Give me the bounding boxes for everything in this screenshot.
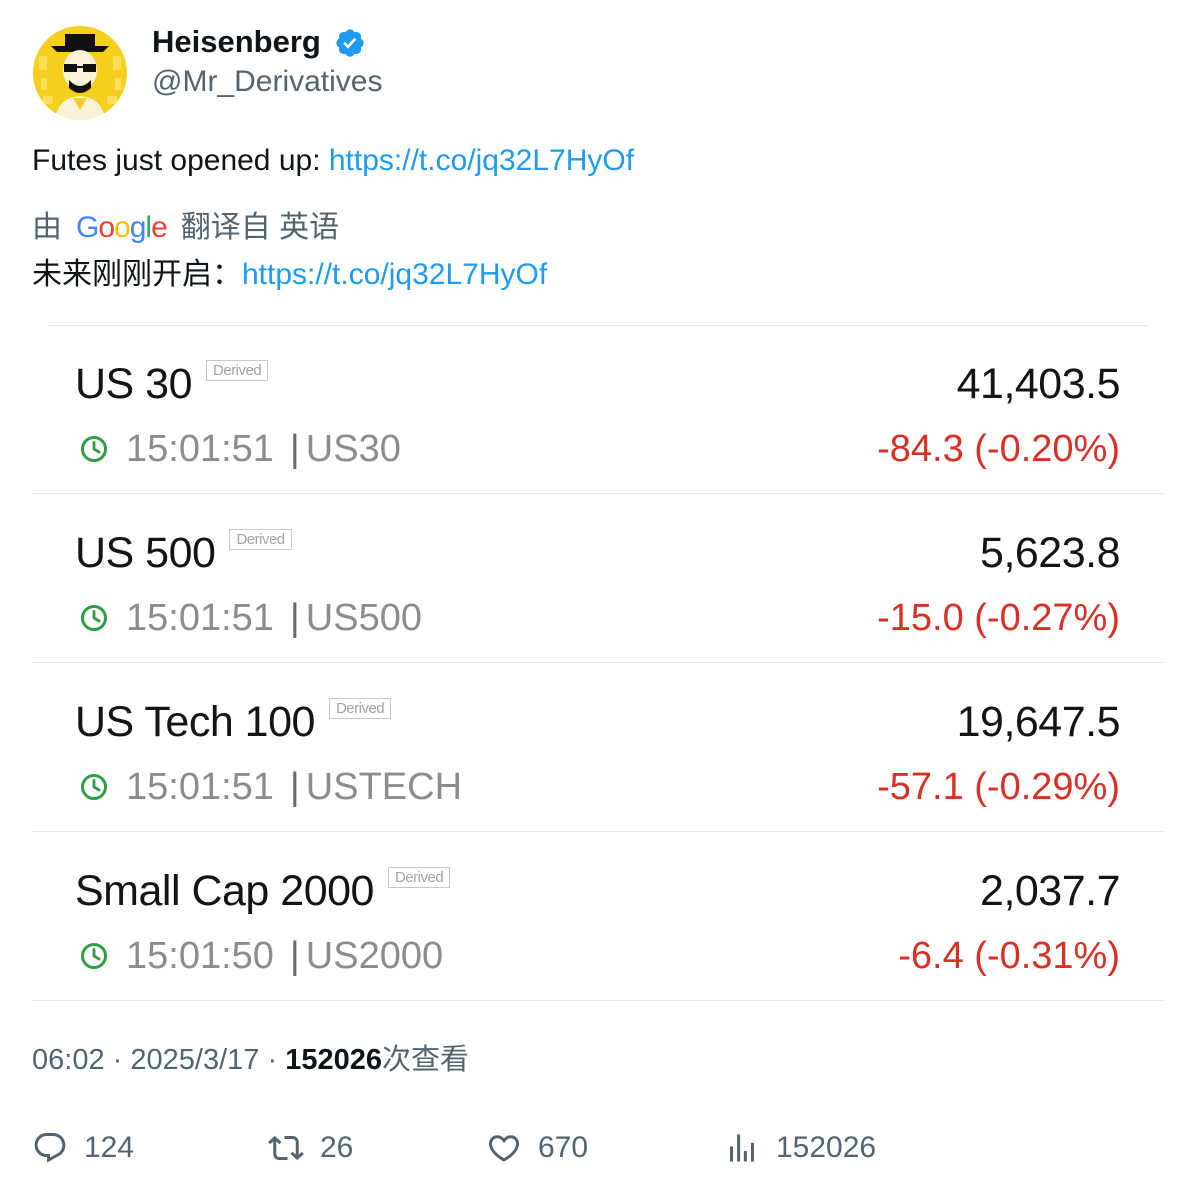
quote-symbol: US500: [305, 597, 422, 639]
quote-change: -6.4 (-0.31%): [898, 935, 1120, 977]
derived-badge: Derived: [229, 529, 292, 550]
quote-time: 15:01:51 | USTECH: [126, 766, 462, 808]
like-icon: [488, 1135, 520, 1162]
quote-time-value: 15:01:51: [126, 766, 274, 808]
quote-name: US 30 Derived: [75, 359, 269, 409]
handle[interactable]: @Mr_Derivatives: [152, 62, 383, 102]
views-icon: [730, 1134, 754, 1162]
quote-name-text: US Tech 100: [75, 698, 315, 746]
clock-icon: [81, 436, 107, 462]
quote-time-value: 15:01:51: [126, 597, 274, 639]
quote-price: 2,037.7: [980, 867, 1120, 915]
retweet-count: 26: [320, 1131, 354, 1164]
tweet-link[interactable]: https://t.co/jq32L7HyOf: [329, 144, 634, 177]
view-label: 次查看: [381, 1044, 469, 1076]
quote-time: 15:01:50 | US2000: [126, 935, 443, 977]
meta-dot: ·: [267, 1044, 278, 1076]
like-button[interactable]: 670: [486, 1128, 588, 1168]
quote-separator: |: [289, 766, 300, 808]
quote-time: 15:01:51 | US500: [126, 597, 422, 639]
quote-separator: |: [289, 935, 300, 977]
google-logo: Google: [76, 211, 168, 244]
quote-row: US 30 Derived 41,403.5 15:01:51 | US30 -84.…: [32, 325, 1164, 494]
translated-text-body: 未来刚刚开启：: [32, 258, 242, 291]
translation-prefix: 由: [32, 211, 62, 244]
quote-symbol: US2000: [305, 935, 444, 977]
quote-symbol: USTECH: [305, 766, 463, 808]
quote-name-text: Small Cap 2000: [75, 867, 374, 915]
clock-icon: [81, 605, 107, 631]
quote-row: US Tech 100 Derived 19,647.5 15:01:51 | UST…: [32, 663, 1164, 832]
views-button[interactable]: 152026: [724, 1128, 876, 1168]
quote-name: US Tech 100 Derived: [75, 697, 392, 747]
meta-dot: ·: [112, 1044, 123, 1076]
derived-badge: Derived: [328, 698, 392, 719]
translation-suffix: 翻译自 英语: [180, 211, 340, 244]
retweet-button[interactable]: 26: [268, 1128, 353, 1168]
quote-price: 19,647.5: [956, 698, 1121, 746]
avatar[interactable]: [33, 26, 127, 120]
quote-row: US 500 Derived 5,623.8 15:01:51 | US500 -15…: [32, 494, 1164, 663]
derived-badge: Derived: [387, 867, 451, 888]
display-name[interactable]: Heisenberg: [152, 22, 321, 62]
quote-time-value: 15:01:51: [126, 428, 274, 470]
quote-change: -57.1 (-0.29%): [877, 766, 1120, 808]
translated-text: 未来刚刚开启：https://t.co/jq32L7HyOf: [32, 255, 547, 295]
quotes-card-image[interactable]: US 30 Derived 41,403.5 15:01:51 | US30 -84.…: [32, 325, 1164, 1001]
tweet-date[interactable]: 2025/3/17: [130, 1044, 259, 1076]
quote-separator: |: [289, 597, 300, 639]
derived-badge: Derived: [206, 360, 269, 381]
clock-icon: [81, 943, 107, 969]
quote-price: 5,623.8: [980, 529, 1120, 577]
tweet-text: Futes just opened up: https://t.co/jq32L…: [32, 141, 634, 181]
quote-name-text: US 500: [75, 529, 216, 577]
reply-button[interactable]: 124: [32, 1128, 134, 1168]
verified-badge-icon: [334, 27, 366, 59]
translated-link[interactable]: https://t.co/jq32L7HyOf: [242, 258, 547, 291]
row-divider: [32, 1000, 1164, 1001]
quote-name: US 500 Derived: [75, 528, 292, 578]
quote-symbol: US30: [305, 428, 401, 470]
quote-change: -15.0 (-0.27%): [877, 597, 1120, 639]
quote-change: -84.3 (-0.20%): [877, 428, 1120, 470]
tweet-text-body: Futes just opened up:: [32, 144, 329, 177]
quote-separator: |: [289, 428, 300, 470]
reply-icon: [34, 1133, 66, 1163]
view-count: 152026: [285, 1044, 382, 1076]
quote-name-text: US 30: [75, 360, 193, 408]
quote-time: 15:01:51 | US30: [126, 428, 401, 470]
clock-icon: [81, 774, 107, 800]
retweet-icon: [268, 1135, 304, 1161]
translation-attribution: 由 Google 翻译自 英语: [32, 208, 339, 248]
quote-row: Small Cap 2000 Derived 2,037.7 15:01:50 | U…: [32, 832, 1164, 1001]
views-count: 152026: [776, 1131, 877, 1164]
quote-price: 41,403.5: [956, 360, 1121, 408]
reply-count: 124: [84, 1131, 135, 1164]
quote-name: Small Cap 2000 Derived: [75, 866, 451, 916]
like-count: 670: [538, 1131, 589, 1164]
tweet-meta: 06:02 · 2025/3/17 · 152026次查看: [32, 1041, 469, 1079]
quote-time-value: 15:01:50: [126, 935, 274, 977]
tweet-time[interactable]: 06:02: [32, 1044, 105, 1076]
